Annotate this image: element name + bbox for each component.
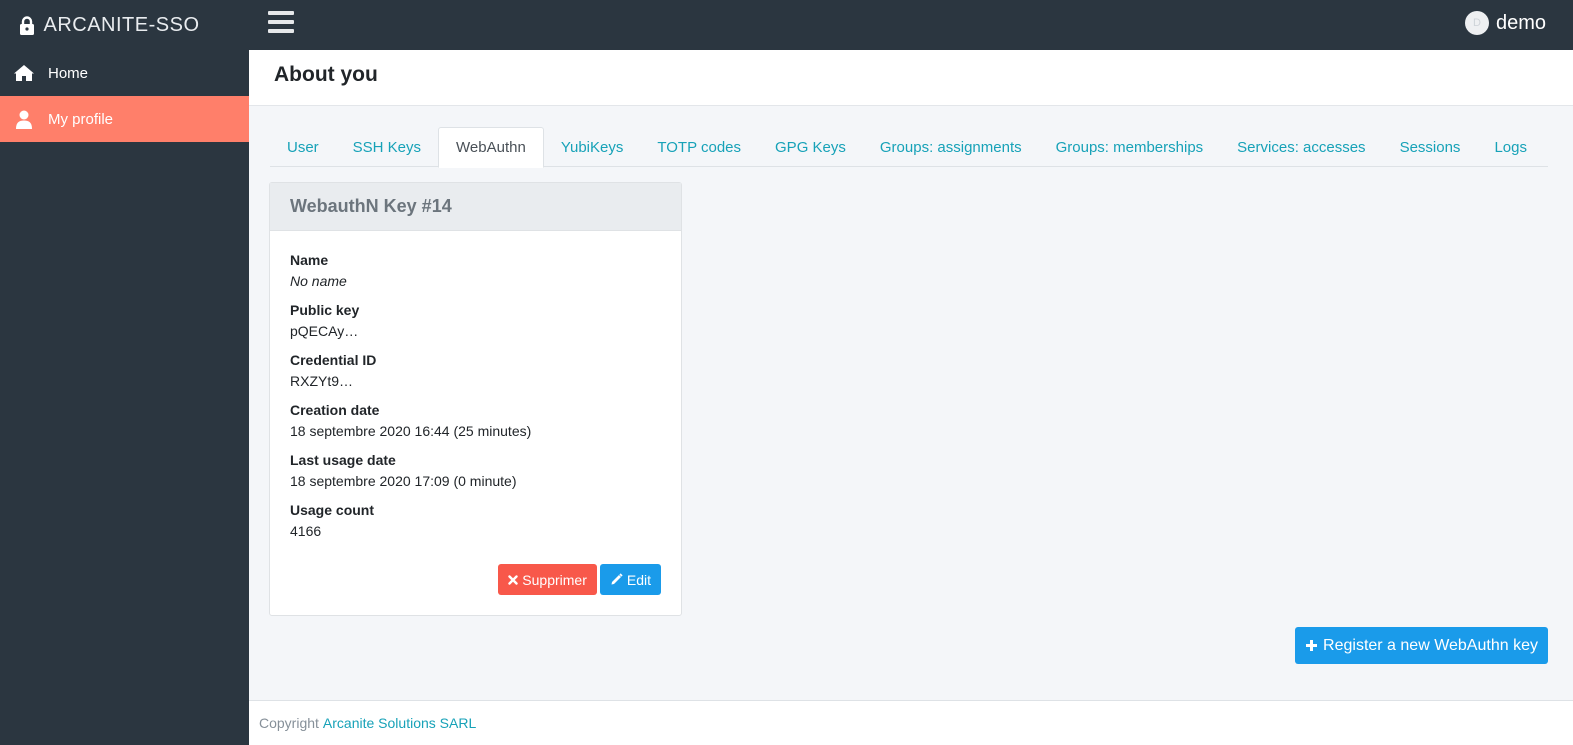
key-details: Name No name Public key pQECAy… Credenti… (270, 231, 681, 542)
sidebar-item-home[interactable]: Home (0, 50, 249, 96)
field-name: Name No name (290, 251, 661, 292)
tab-logs[interactable]: Logs (1477, 127, 1544, 167)
field-last-usage-date: Last usage date 18 septembre 2020 17:09 … (290, 451, 661, 492)
tab-services-accesses[interactable]: Services: accesses (1220, 127, 1382, 167)
webauthn-key-card: WebauthN Key #14 Name No name Public key… (269, 182, 682, 616)
field-value: RXZYt9… (290, 373, 354, 389)
menu-toggle-icon[interactable] (268, 11, 294, 37)
edit-button[interactable]: Edit (599, 564, 661, 595)
profile-tabs: User SSH Keys WebAuthn YubiKeys TOTP cod… (270, 127, 1548, 168)
delete-button-label: Supprimer (522, 571, 587, 588)
topbar: D demo (249, 0, 1573, 50)
field-value: 18 septembre 2020 16:44 (25 minutes) (290, 423, 532, 439)
sidebar-item-label: Home (48, 64, 89, 82)
card-title: WebauthN Key #14 (290, 196, 452, 216)
field-label: Name (290, 252, 329, 268)
tab-yubikeys[interactable]: YubiKeys (544, 127, 641, 167)
tab-user[interactable]: User (270, 127, 336, 167)
field-label: Creation date (290, 402, 380, 418)
tab-groups-memberships[interactable]: Groups: memberships (1039, 127, 1221, 167)
edit-button-label: Edit (626, 571, 651, 588)
field-credential-id: Credential ID RXZYt9… (290, 351, 661, 392)
tab-webauthn[interactable]: WebAuthn (438, 127, 544, 168)
close-icon (508, 574, 518, 585)
field-creation-date: Creation date 18 septembre 2020 16:44 (2… (290, 401, 661, 442)
sidebar: ARCANITE-SSO Home My profile (0, 0, 249, 745)
field-usage-count: Usage count 4166 (290, 501, 661, 542)
field-public-key: Public key pQECAy… (290, 301, 661, 342)
card-actions: Supprimer Edit (498, 564, 661, 595)
lock-icon (20, 15, 35, 35)
brand-name: ARCANITE-SSO (43, 13, 200, 36)
field-value: 4166 (290, 523, 322, 539)
tab-sessions[interactable]: Sessions (1383, 127, 1478, 167)
plus-icon (1306, 640, 1318, 651)
page-title: About you (274, 63, 378, 86)
pencil-icon (611, 573, 623, 585)
field-label: Public key (290, 302, 360, 318)
field-label: Last usage date (290, 452, 396, 468)
field-value: No name (290, 273, 347, 289)
sidebar-item-label: My profile (48, 110, 114, 128)
brand-link[interactable]: ARCANITE-SSO (0, 0, 249, 50)
avatar: D (1464, 11, 1489, 35)
user-menu[interactable]: D demo (1464, 11, 1546, 35)
sidebar-item-my-profile[interactable]: My profile (0, 96, 249, 142)
copyright-text: Copyright (259, 715, 319, 731)
tab-totp-codes[interactable]: TOTP codes (640, 127, 758, 167)
user-icon (13, 109, 35, 129)
content-header: About you (249, 50, 1573, 106)
field-value: pQECAy… (290, 323, 359, 339)
home-icon (13, 63, 35, 83)
username: demo (1495, 11, 1546, 34)
field-label: Credential ID (290, 352, 377, 368)
register-button-label: Register a new WebAuthn key (1323, 636, 1538, 654)
delete-button[interactable]: Supprimer (498, 564, 597, 595)
register-webauthn-key-button[interactable]: Register a new WebAuthn key (1295, 627, 1548, 664)
field-label: Usage count (290, 502, 375, 518)
company-link[interactable]: Arcanite Solutions SARL (323, 715, 476, 731)
tab-gpg-keys[interactable]: GPG Keys (758, 127, 863, 167)
card-header: WebauthN Key #14 (270, 183, 681, 231)
field-value: 18 septembre 2020 17:09 (0 minute) (290, 473, 517, 489)
tab-ssh-keys[interactable]: SSH Keys (336, 127, 438, 167)
tab-groups-assignments[interactable]: Groups: assignments (863, 127, 1039, 167)
footer: Copyright Arcanite Solutions SARL (249, 700, 1573, 745)
